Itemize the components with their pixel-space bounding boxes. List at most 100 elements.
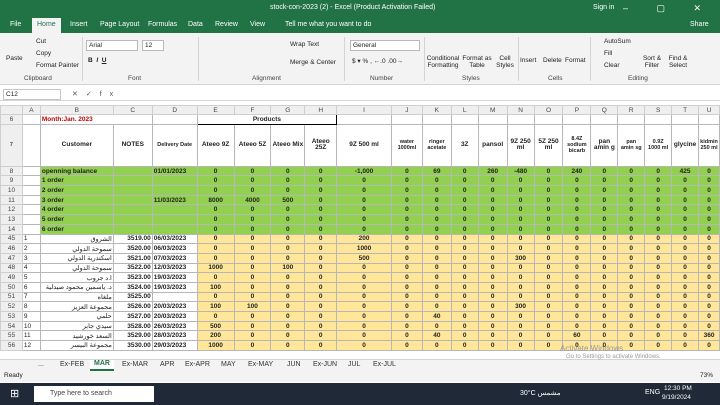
value-cell[interactable]: 0 — [617, 194, 646, 206]
value-cell[interactable]: 0 — [644, 243, 673, 254]
value-cell[interactable]: 0 — [533, 223, 564, 235]
row-header[interactable]: 46 — [0, 243, 23, 254]
notes-cell[interactable]: 3523.00 — [112, 272, 153, 283]
column-title[interactable]: Customer — [39, 123, 114, 167]
value-cell[interactable]: 0 — [506, 194, 535, 206]
notes-cell[interactable] — [112, 223, 153, 235]
value-cell[interactable]: 0 — [477, 291, 508, 303]
cell-styles-button[interactable]: Cell Styles — [494, 55, 516, 69]
value-cell[interactable]: 0 — [533, 204, 564, 216]
sheet-tab-ex-apr[interactable]: Ex-APR — [185, 361, 210, 368]
tab-view[interactable]: View — [250, 21, 265, 28]
value-cell[interactable]: 425 — [671, 165, 700, 177]
value-cell[interactable]: 0 — [533, 185, 564, 196]
value-cell[interactable]: 0 — [477, 185, 508, 196]
value-cell[interactable]: 0 — [390, 214, 423, 225]
value-cell[interactable]: 0 — [562, 223, 592, 235]
value-cell[interactable]: 0 — [644, 175, 673, 187]
value-cell[interactable]: 0 — [304, 272, 338, 283]
value-cell[interactable]: 0 — [644, 262, 673, 274]
delivery-date-cell[interactable]: 29/03/2023 — [151, 340, 198, 351]
cell[interactable] — [506, 114, 535, 125]
value-cell[interactable]: 0 — [421, 262, 452, 274]
notes-cell[interactable] — [112, 204, 153, 216]
value-cell[interactable]: 0 — [390, 272, 423, 283]
value-cell[interactable]: 0 — [562, 233, 592, 245]
row-header[interactable]: 7 — [0, 123, 23, 167]
zoom-level[interactable]: 73% — [700, 372, 713, 379]
value-cell[interactable]: 0 — [506, 175, 535, 187]
delivery-date-cell[interactable] — [151, 214, 198, 225]
row-index-cell[interactable]: 5 — [21, 272, 41, 283]
value-cell[interactable]: 0 — [671, 223, 700, 235]
value-cell[interactable]: 0 — [196, 165, 235, 177]
tab-data[interactable]: Data — [188, 21, 203, 28]
value-cell[interactable]: 0 — [617, 204, 646, 216]
value-cell[interactable]: 0 — [233, 165, 272, 177]
value-cell[interactable]: 500 — [336, 252, 392, 264]
value-cell[interactable]: 0 — [562, 301, 592, 312]
delivery-date-cell[interactable] — [151, 291, 198, 303]
value-cell[interactable]: 0 — [450, 233, 479, 245]
notes-cell[interactable]: 3527.00 — [112, 311, 153, 322]
column-header[interactable]: B — [39, 105, 114, 115]
value-cell[interactable]: 0 — [671, 194, 700, 206]
value-cell[interactable]: 0 — [562, 243, 592, 254]
value-cell[interactable]: 0 — [233, 340, 272, 351]
value-cell[interactable]: 100 — [233, 301, 272, 312]
column-title[interactable]: Ateeo 5Z — [233, 123, 272, 167]
value-cell[interactable]: 0 — [698, 233, 720, 245]
value-cell[interactable]: 0 — [671, 272, 700, 283]
value-cell[interactable]: 0 — [590, 262, 619, 274]
sort-filter-button[interactable]: Sort & Filter — [640, 55, 664, 69]
clear-button[interactable]: Clear — [604, 62, 620, 69]
value-cell[interactable]: 0 — [671, 175, 700, 187]
value-cell[interactable]: 0 — [196, 175, 235, 187]
value-cell[interactable]: 0 — [533, 330, 564, 342]
value-cell[interactable]: 0 — [450, 340, 479, 351]
value-cell[interactable]: 0 — [698, 272, 720, 283]
row-header[interactable]: 12 — [0, 204, 23, 216]
delivery-date-cell[interactable] — [151, 175, 198, 187]
column-title[interactable]: water 1000ml — [390, 123, 423, 167]
column-title[interactable]: glycine — [671, 123, 700, 167]
bold-button[interactable]: B I U — [88, 57, 106, 64]
sheet-tab-ex-jul[interactable]: Ex-JUL — [373, 361, 396, 368]
value-cell[interactable]: 0 — [533, 165, 564, 177]
delivery-date-cell[interactable]: 20/03/2023 — [151, 311, 198, 322]
column-title[interactable]: kidmin 250 ml — [698, 123, 720, 167]
row-header[interactable]: 53 — [0, 311, 23, 322]
value-cell[interactable]: 0 — [617, 281, 646, 293]
column-title[interactable]: Ateeo 9Z — [196, 123, 235, 167]
row-header[interactable]: 9 — [0, 175, 23, 187]
value-cell[interactable]: 60 — [562, 330, 592, 342]
value-cell[interactable]: 0 — [390, 330, 423, 342]
value-cell[interactable]: 0 — [196, 291, 235, 303]
value-cell[interactable]: 0 — [304, 185, 338, 196]
value-cell[interactable]: 0 — [671, 320, 700, 332]
language-indicator[interactable]: ENG — [645, 389, 660, 396]
value-cell[interactable]: 0 — [477, 204, 508, 216]
value-cell[interactable]: 0 — [304, 291, 338, 303]
value-cell[interactable]: 0 — [270, 214, 306, 225]
value-cell[interactable]: 0 — [336, 204, 392, 216]
value-cell[interactable]: 0 — [671, 233, 700, 245]
value-cell[interactable]: 0 — [421, 175, 452, 187]
row-index-cell[interactable]: 11 — [21, 330, 41, 342]
value-cell[interactable]: 0 — [270, 281, 306, 293]
tab-review[interactable]: Review — [215, 21, 238, 28]
value-cell[interactable]: 4000 — [233, 194, 272, 206]
notes-cell[interactable]: 3525.00 — [112, 291, 153, 303]
value-cell[interactable]: 0 — [450, 223, 479, 235]
value-cell[interactable]: 100 — [196, 301, 235, 312]
delete-cells-button[interactable]: Delete — [543, 57, 562, 64]
value-cell[interactable]: 0 — [562, 320, 592, 332]
value-cell[interactable]: 0 — [644, 320, 673, 332]
value-cell[interactable]: 0 — [644, 281, 673, 293]
value-cell[interactable]: 0 — [390, 185, 423, 196]
sheet-tab-ex-may[interactable]: Ex-MAY — [248, 361, 273, 368]
cell[interactable] — [533, 114, 564, 125]
value-cell[interactable]: 0 — [698, 262, 720, 274]
cell[interactable] — [590, 114, 619, 125]
value-cell[interactable]: 0 — [617, 185, 646, 196]
